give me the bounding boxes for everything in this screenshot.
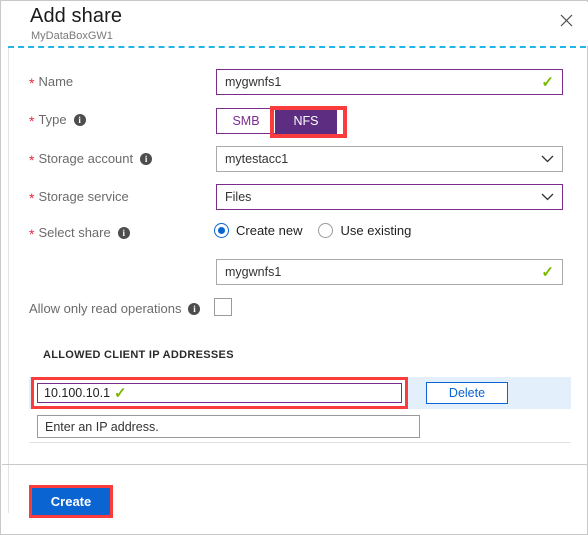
header-dashed-divider [8, 46, 586, 48]
new-ip-placeholder: Enter an IP address. [45, 419, 159, 434]
close-button[interactable] [554, 8, 578, 32]
valid-check-icon: ✓ [114, 384, 127, 402]
chevron-down-icon [541, 152, 554, 166]
required-asterisk: * [29, 225, 35, 242]
storage-service-label: * Storage service [29, 189, 129, 206]
close-icon [560, 14, 573, 27]
share-name-input[interactable]: mygwnfs1 ✓ [216, 259, 563, 285]
storage-account-select[interactable]: mytestacc1 [216, 146, 563, 172]
select-share-radio-group: Create new Use existing [214, 223, 411, 238]
read-only-label: Allow only read operations i [29, 301, 201, 316]
ip-list-divider [29, 442, 571, 443]
footer-divider [2, 464, 588, 465]
radio-create-new[interactable]: Create new [214, 223, 302, 238]
type-label-text: Type [38, 112, 67, 127]
radio-use-existing[interactable]: Use existing [318, 223, 411, 238]
blade-left-divider [8, 43, 9, 513]
read-only-label-text: Allow only read operations [29, 301, 182, 316]
ip-address-value: 10.100.10.1 [44, 386, 111, 400]
radio-dot-icon [214, 223, 229, 238]
info-icon[interactable]: i [140, 152, 153, 165]
chevron-down-icon [541, 190, 554, 204]
required-asterisk: * [29, 74, 35, 91]
info-icon[interactable]: i [73, 113, 86, 126]
radio-dot-icon [318, 223, 334, 238]
create-button[interactable]: Create [32, 488, 110, 515]
allowed-ips-section-title: ALLOWED CLIENT IP ADDRESSES [43, 349, 234, 361]
add-share-blade: Add share MyDataBoxGW1 * Name mygwnfs1 ✓… [0, 0, 588, 535]
name-input-value: mygwnfs1 [225, 75, 282, 89]
new-ip-address-input[interactable]: Enter an IP address. [37, 415, 420, 438]
storage-service-label-text: Storage service [38, 189, 129, 204]
ip-address-input[interactable]: 10.100.10.1 ✓ [37, 383, 402, 403]
read-only-checkbox[interactable] [214, 298, 232, 316]
select-share-label: * Select share i [29, 225, 130, 242]
required-asterisk: * [29, 112, 35, 129]
required-asterisk: * [29, 189, 35, 206]
radio-use-existing-label: Use existing [340, 223, 412, 238]
info-icon[interactable]: i [117, 226, 130, 239]
storage-service-value: Files [225, 190, 252, 204]
select-share-label-text: Select share [38, 225, 111, 240]
name-input[interactable]: mygwnfs1 ✓ [216, 69, 563, 95]
info-icon[interactable]: i [188, 302, 201, 315]
storage-service-select[interactable]: Files [216, 184, 563, 210]
delete-ip-button[interactable]: Delete [426, 382, 508, 404]
valid-check-icon: ✓ [541, 73, 554, 91]
page-subtitle: MyDataBoxGW1 [31, 30, 113, 42]
radio-create-new-label: Create new [236, 223, 303, 238]
share-name-value: mygwnfs1 [225, 265, 282, 279]
type-toggle-group: SMB NFS [216, 108, 337, 134]
page-title: Add share [30, 5, 123, 27]
name-label: * Name [29, 74, 74, 91]
storage-account-value: mytestacc1 [225, 152, 289, 166]
name-label-text: Name [38, 74, 74, 89]
type-option-smb[interactable]: SMB [216, 108, 276, 134]
storage-account-label-text: Storage account [38, 151, 134, 166]
blade-header: Add share MyDataBoxGW1 [2, 2, 588, 46]
type-label: * Type i [29, 112, 86, 129]
valid-check-icon: ✓ [541, 263, 554, 281]
type-option-nfs[interactable]: NFS [275, 108, 337, 134]
required-asterisk: * [29, 151, 35, 168]
storage-account-label: * Storage account i [29, 151, 153, 168]
